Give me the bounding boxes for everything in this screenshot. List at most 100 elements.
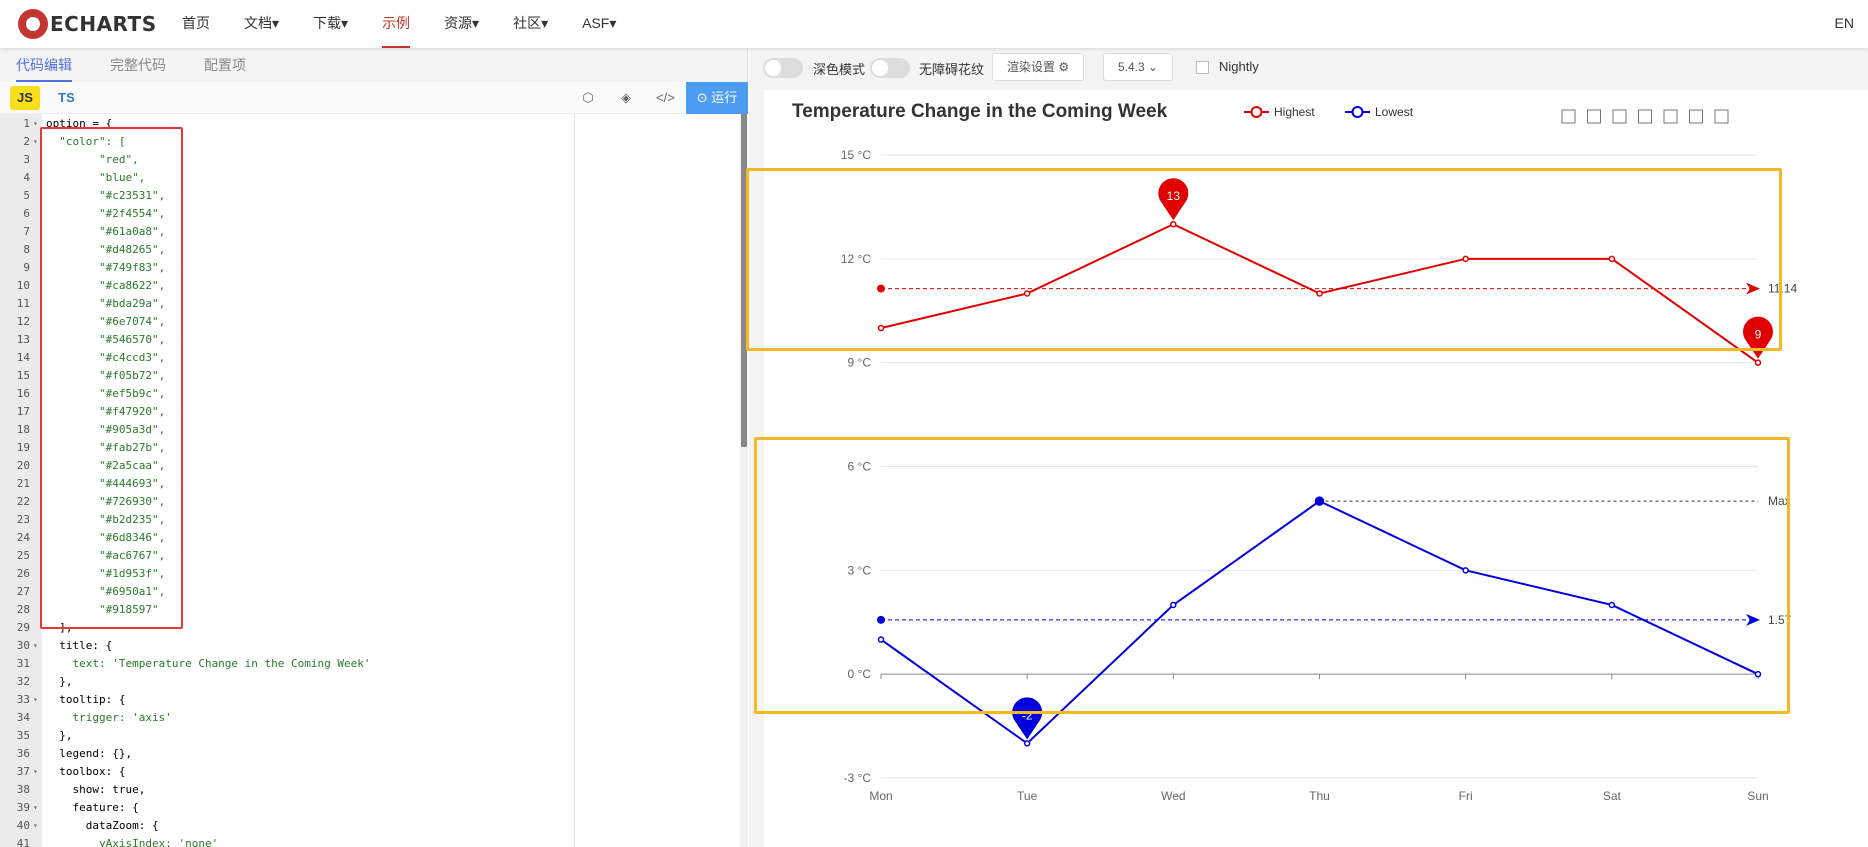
tab-options[interactable]: 配置项 [204,48,246,82]
line-number: 21 [16,477,30,490]
nav-item-community[interactable]: 社区▾ [513,0,548,48]
code-text: }, [46,729,73,742]
line-number: 40 [16,819,30,832]
code-text: show: true, [46,783,146,796]
echarts-logo[interactable]: ECHARTS [18,8,157,40]
line-number: 22 [16,495,30,508]
line-number: 29 [16,621,30,634]
codesandbox-icon[interactable]: ◈ [618,90,634,106]
fold-arrow-icon[interactable]: ▾ [33,799,38,817]
code-text: toolbox: { [46,765,126,778]
nav-item-download[interactable]: 下载▾ [313,0,348,48]
code-line: 37 ▾ toolbox: { [0,763,740,781]
nav-item-resources[interactable]: 资源▾ [444,0,479,48]
line-number: 30 [16,639,30,652]
restore-icon[interactable] [1689,109,1703,124]
preview-panel: 深色模式 无障碍花纹 渲染设置 ⚙ 5.4.3 ⌄ Nightly Temper… [746,48,1868,847]
highest-point [1754,359,1762,366]
run-button[interactable]: ⊙ 运行 [686,82,748,114]
code-line: 35 }, [0,727,740,745]
lang-js-button[interactable]: JS [10,86,40,110]
code-line: 32 }, [0,673,740,691]
fold-arrow-icon[interactable]: ▾ [33,817,38,835]
line-number: 19 [16,441,30,454]
fold-arrow-icon[interactable]: ▾ [33,115,38,133]
line-number: 35 [16,729,30,742]
top-navbar: ECHARTS 首页 文档▾ 下载▾ 示例 资源▾ 社区▾ ASF▾ EN [0,0,1868,48]
language-switch[interactable]: EN [1835,0,1854,46]
version-value: 5.4.3 [1118,60,1145,74]
logo-text: ECHARTS [50,12,157,36]
data-view-icon[interactable] [1612,109,1627,124]
tab-code-edit[interactable]: 代码编辑 [16,48,72,82]
zoom-reset-icon[interactable] [1587,109,1601,124]
line-number: 3 [23,153,30,166]
code-text: yAxisIndex: 'none' [46,837,219,847]
line-type-icon[interactable] [1638,109,1652,124]
version-select[interactable]: 5.4.3 ⌄ [1103,53,1174,81]
line-number: 33 [16,693,30,706]
code-line: 31 text: 'Temperature Change in the Comi… [0,655,740,673]
line-number: 17 [16,405,30,418]
y-tick-label: 9 °C [848,356,872,370]
line-number: 41 [16,837,30,847]
code-text: tooltip: { [46,693,126,706]
fold-arrow-icon[interactable]: ▾ [33,637,38,655]
bar-type-icon[interactable] [1663,109,1678,124]
legend-marker-highest [1250,106,1263,118]
code-text: trigger: 'axis' [46,711,172,724]
embed-code-icon[interactable]: </> [656,90,675,106]
line-number: 28 [16,603,30,616]
line-number: 26 [16,567,30,580]
tab-full-code[interactable]: 完整代码 [110,48,166,82]
line-number: 13 [16,333,30,346]
line-number: 8 [23,243,30,256]
nightly-checkbox[interactable] [1196,61,1209,74]
code-line: 40 ▾ dataZoom: { [0,817,740,835]
line-number: 18 [16,423,30,436]
line-number: 15 [16,369,30,382]
lang-ts-button[interactable]: TS [58,86,75,110]
fold-arrow-icon[interactable]: ▾ [33,133,38,151]
editor-toolbar: JS TS ⬡ ◈ </> ⊙ 运行 [0,82,748,114]
line-number: 9 [23,261,30,274]
editor-tabs: 代码编辑 完整代码 配置项 [0,48,747,82]
code-text: }, [46,675,73,688]
nav-item-asf[interactable]: ASF▾ [582,0,616,48]
nav-item-home[interactable]: 首页 [182,0,210,48]
fold-arrow-icon[interactable]: ▾ [33,763,38,781]
run-icon: ⊙ [696,90,712,105]
run-label: 运行 [711,90,738,105]
line-number: 12 [16,315,30,328]
render-settings-button[interactable]: 渲染设置 ⚙ [992,53,1085,81]
code-text: title: { [46,639,113,652]
dark-mode-label: 深色模式 [813,62,866,77]
code-line: 36 legend: {}, [0,745,740,763]
save-image-icon[interactable] [1714,109,1729,124]
line-number: 23 [16,513,30,526]
dark-mode-toggle[interactable] [763,58,803,78]
x-tick-label: Mon [869,789,892,803]
code-line: 33 ▾ tooltip: { [0,691,740,709]
nav-item-examples[interactable]: 示例 [382,0,411,48]
zoom-icon[interactable] [1561,109,1576,124]
fold-arrow-icon[interactable]: ▾ [33,691,38,709]
line-number: 32 [16,675,30,688]
code-line: 30 ▾ title: { [0,637,740,655]
line-number: 1 [23,117,30,130]
accessible-pattern-toggle[interactable] [870,58,910,78]
codepen-icon[interactable]: ⬡ [580,90,596,106]
highest-series-highlight [746,168,1782,351]
line-number: 37 [16,765,30,778]
line-number: 14 [16,351,30,364]
nav-item-docs[interactable]: 文档▾ [244,0,279,48]
line-number: 31 [16,657,30,670]
code-line: 34 trigger: 'axis' [0,709,740,727]
code-text: dataZoom: { [46,819,159,832]
code-line: 39 ▾ feature: { [0,799,740,817]
x-tick-label: Sun [1747,789,1768,803]
line-number: 6 [23,207,30,220]
line-number: 10 [16,279,30,292]
nightly-label: Nightly [1219,59,1259,74]
legend-label-lowest: Lowest [1375,105,1414,119]
